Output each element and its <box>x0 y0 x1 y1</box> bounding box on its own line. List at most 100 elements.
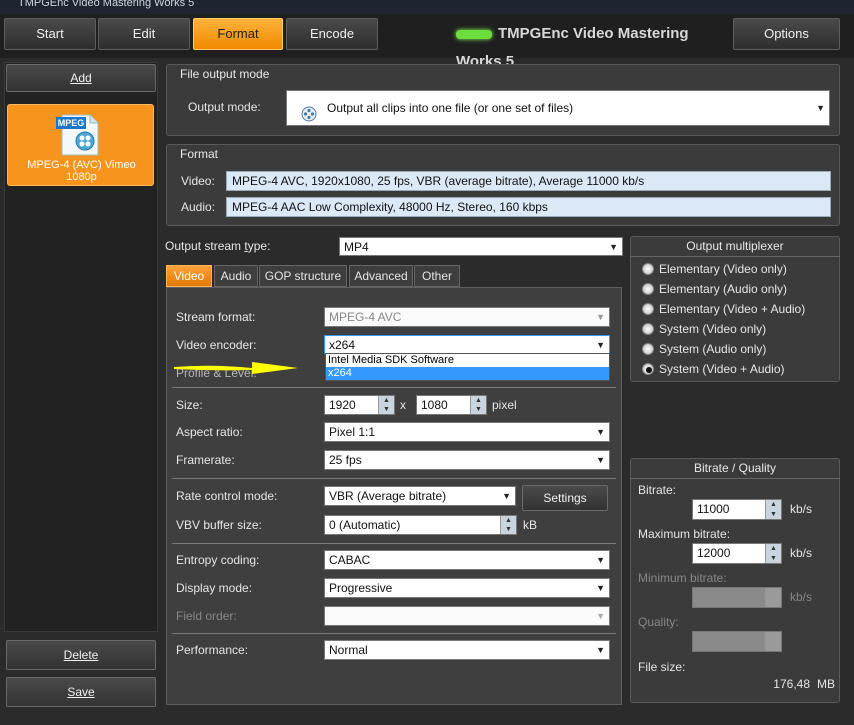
output-stream-type-select[interactable]: MP4 ▼ <box>339 237 623 256</box>
nav-options-button[interactable]: Options <box>733 18 840 50</box>
clip-item[interactable]: MPEG MPEG-4 (AVC) Vimeo 1080p <box>7 104 154 186</box>
nav-start-button[interactable]: Start <box>4 18 96 50</box>
min-bitrate-label: Minimum bitrate: <box>638 571 727 585</box>
chevron-down-icon: ▼ <box>596 312 605 322</box>
encoder-option-x264[interactable]: x264 <box>326 367 609 380</box>
multiplexer-option-label[interactable]: Elementary (Video + Audio) <box>659 302 805 316</box>
field-order-select[interactable]: ▼ <box>324 606 610 626</box>
add-button[interactable]: Add <box>6 64 156 92</box>
stepper-arrows-icon[interactable]: ▲ ▼ <box>470 396 486 414</box>
bitrate-unit: kb/s <box>790 502 813 516</box>
add-button-label: Add <box>70 71 92 85</box>
radio-button-icon[interactable] <box>642 363 654 375</box>
radio-button-icon[interactable] <box>642 263 654 275</box>
delete-button-label: Delete <box>63 648 99 662</box>
tab-video[interactable]: Video <box>166 265 212 287</box>
yellow-annotation-arrow-icon <box>174 362 298 374</box>
entropy-coding-select[interactable]: CABAC ▼ <box>324 550 610 570</box>
chevron-down-icon: ▼ <box>596 455 605 465</box>
format-video-label: Video: <box>181 174 215 188</box>
aspect-ratio-select[interactable]: Pixel 1:1 ▼ <box>324 422 610 442</box>
stepper-arrows-icon[interactable]: ▲ ▼ <box>500 516 516 534</box>
radio-button-icon[interactable] <box>642 303 654 315</box>
save-button[interactable]: Save <box>6 677 156 707</box>
stream-format-label: Stream format: <box>176 310 256 324</box>
tab-audio[interactable]: Audio <box>214 265 258 287</box>
output-mode-label: Output mode: <box>188 100 261 114</box>
tab-gop-structure[interactable]: GOP structure <box>259 265 347 287</box>
format-video-summary: MPEG-4 AVC, 1920x1080, 25 fps, VBR (aver… <box>226 171 831 191</box>
output-mode-value: Output all clips into one file (or one s… <box>327 101 574 115</box>
output-multiplexer-header: Output multiplexer <box>686 239 784 253</box>
divider <box>172 387 616 388</box>
height-stepper[interactable]: 1080 ▲ ▼ <box>416 395 487 415</box>
framerate-select[interactable]: 25 fps ▼ <box>324 450 610 470</box>
tab-advanced[interactable]: Advanced <box>349 265 413 287</box>
rate-control-select[interactable]: VBR (Average bitrate) ▼ <box>324 486 516 506</box>
multiplexer-option-label[interactable]: System (Video + Audio) <box>659 362 785 376</box>
chevron-down-icon: ▼ <box>596 645 605 655</box>
performance-select[interactable]: Normal ▼ <box>324 640 610 660</box>
window-title: TMPGEnc Video Mastering Works 5 <box>18 0 195 9</box>
min-bitrate-stepper[interactable] <box>692 587 782 608</box>
stepper-arrows-icon[interactable]: ▲ ▼ <box>765 500 781 519</box>
stream-format-value: MPEG-4 AVC <box>329 310 402 324</box>
max-bitrate-label: Maximum bitrate: <box>638 527 731 541</box>
mpeg-badge: MPEG <box>56 117 86 129</box>
pixel-unit-label: pixel <box>492 398 517 412</box>
stream-format-select[interactable]: MPEG-4 AVC ▼ <box>324 307 610 327</box>
rate-control-value: VBR (Average bitrate) <box>329 489 447 503</box>
nav-edit-button[interactable]: Edit <box>98 18 190 50</box>
chevron-down-icon: ▼ <box>596 427 605 437</box>
multiplexer-option-label[interactable]: System (Video only) <box>659 322 766 336</box>
film-reel-icon <box>301 101 317 122</box>
radio-button-icon[interactable] <box>642 283 654 295</box>
stepper-arrows-icon[interactable] <box>765 632 781 651</box>
file-size-label: File size: <box>638 660 686 674</box>
settings-button[interactable]: Settings <box>522 485 608 511</box>
bitrate-stepper[interactable]: 11000 ▲ ▼ <box>692 499 782 520</box>
nav-format-button[interactable]: Format <box>193 18 283 50</box>
multiplexer-option-label[interactable]: Elementary (Audio only) <box>659 282 787 296</box>
quality-label: Quality: <box>638 615 679 629</box>
size-label: Size: <box>176 398 203 412</box>
radio-button-icon[interactable] <box>642 343 654 355</box>
vbv-buffer-stepper[interactable]: 0 (Automatic) ▲ ▼ <box>324 515 517 535</box>
divider <box>172 478 616 479</box>
chevron-down-icon: ▼ <box>816 103 825 113</box>
vbv-buffer-value: 0 (Automatic) <box>329 518 401 532</box>
quality-stepper[interactable] <box>692 631 782 652</box>
output-mode-select[interactable]: Output all clips into one file (or one s… <box>286 90 830 126</box>
performance-label: Performance: <box>176 643 249 657</box>
multiplexer-option-label[interactable]: Elementary (Video only) <box>659 262 787 276</box>
chevron-down-icon: ▼ <box>596 555 605 565</box>
stepper-arrows-icon[interactable] <box>765 588 781 607</box>
max-bitrate-unit: kb/s <box>790 546 813 560</box>
radio-button-icon[interactable] <box>642 323 654 335</box>
stepper-arrows-icon[interactable]: ▲ ▼ <box>765 544 781 563</box>
file-size-unit: MB <box>817 677 835 691</box>
chevron-down-icon: ▼ <box>502 491 511 501</box>
video-encoder-dropdown-list[interactable]: Intel Media SDK Software x264 <box>325 353 610 381</box>
divider <box>172 543 616 544</box>
brand-logo: TMPGEnc Video Mastering Works 5 <box>456 20 736 70</box>
aspect-ratio-label: Aspect ratio: <box>176 425 243 439</box>
max-bitrate-stepper[interactable]: 12000 ▲ ▼ <box>692 543 782 564</box>
display-mode-select[interactable]: Progressive ▼ <box>324 578 610 598</box>
delete-button[interactable]: Delete <box>6 640 156 670</box>
stepper-arrows-icon[interactable]: ▲ ▼ <box>378 396 394 414</box>
height-value: 1080 <box>421 398 448 412</box>
framerate-label: Framerate: <box>176 453 235 467</box>
bitrate-label: Bitrate: <box>638 483 677 497</box>
width-stepper[interactable]: 1920 ▲ ▼ <box>324 395 395 415</box>
multiplexer-option-label[interactable]: System (Audio only) <box>659 342 766 356</box>
tab-other[interactable]: Other <box>414 265 460 287</box>
aspect-ratio-value: Pixel 1:1 <box>329 425 376 439</box>
kb-unit-label: kB <box>523 518 538 532</box>
chevron-down-icon: ▼ <box>596 340 605 350</box>
video-encoder-select[interactable]: x264 ▼ <box>324 335 610 354</box>
save-button-label: Save <box>67 685 95 699</box>
encoder-option-intel[interactable]: Intel Media SDK Software <box>326 354 609 367</box>
field-order-label: Field order: <box>176 609 237 623</box>
nav-encode-button[interactable]: Encode <box>286 18 378 50</box>
